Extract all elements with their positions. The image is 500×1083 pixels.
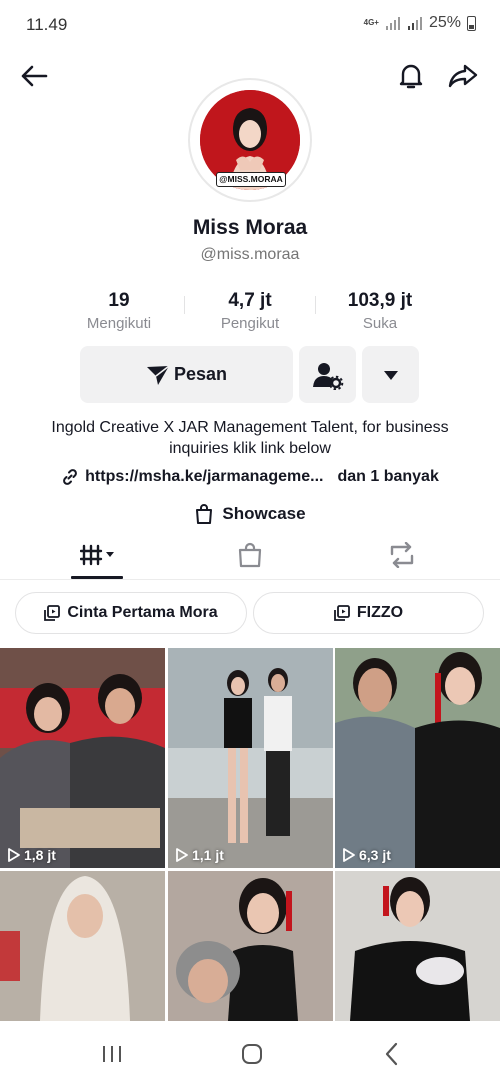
view-count: 1,1 jt (176, 847, 224, 863)
thumbnail-image (0, 871, 165, 1021)
following-count: 19 (108, 290, 130, 311)
status-icons: 4G+ 25% (364, 14, 476, 32)
thumbnail-image (0, 648, 165, 868)
showcase-link[interactable]: Showcase (0, 503, 500, 525)
stat-followers[interactable]: 4,7 jt Pengikut (185, 290, 315, 332)
profile-actions: Pesan (0, 346, 500, 404)
message-button[interactable]: Pesan (80, 346, 293, 403)
video-thumbnail[interactable] (0, 871, 165, 1021)
share-button[interactable] (445, 58, 481, 94)
link-icon (63, 469, 78, 485)
video-thumbnail[interactable]: 1,1 jt (168, 648, 333, 868)
play-icon (8, 848, 20, 862)
video-thumbnail[interactable] (168, 871, 333, 1021)
signal-icon-2 (407, 17, 422, 30)
add-friend-button[interactable] (299, 346, 356, 403)
more-dropdown-button[interactable] (362, 346, 419, 403)
content-tabs (0, 530, 500, 580)
network-type: 4G+ (363, 18, 379, 27)
shopping-bag-icon (196, 504, 213, 524)
thumbnail-image (335, 871, 500, 1021)
bell-icon (399, 64, 423, 89)
status-bar: 11.49 4G+ 25% (0, 0, 500, 50)
tab-reposts[interactable] (352, 530, 452, 579)
tab-active-indicator (71, 576, 123, 579)
repost-icon (390, 541, 414, 568)
home-button[interactable] (232, 1039, 272, 1069)
playlist-chip[interactable]: FIZZO (253, 592, 484, 634)
playlist-icon (44, 605, 61, 621)
video-thumbnail[interactable]: 1,8 jt (0, 648, 165, 868)
caret-down-icon (383, 370, 398, 380)
showcase-label: Showcase (222, 504, 306, 523)
profile-stats: 19 Mengikuti 4,7 jt Pengikut 103,9 jt Su… (0, 290, 500, 336)
notification-button[interactable] (393, 58, 429, 94)
likes-label: Suka (362, 315, 398, 332)
home-icon (242, 1044, 262, 1064)
recent-apps-button[interactable] (92, 1039, 132, 1069)
person-settings-icon (312, 362, 343, 390)
avatar-tag: @MISS.MORAA (216, 172, 286, 187)
chevron-left-icon (385, 1042, 398, 1066)
video-thumbnail[interactable] (335, 871, 500, 1021)
send-icon (146, 364, 170, 385)
recent-apps-icon (103, 1046, 121, 1062)
thumbnail-image (335, 648, 500, 868)
share-icon (448, 64, 478, 88)
followers-label: Pengikut (220, 315, 280, 332)
play-icon (343, 848, 355, 862)
tab-videos[interactable] (50, 530, 150, 579)
display-name: Miss Moraa (192, 216, 308, 239)
view-count: 6,3 jt (343, 847, 391, 863)
bio-link-row[interactable]: https://msha.ke/jarmanageme... dan 1 ban… (0, 468, 500, 486)
signal-icon (385, 17, 400, 30)
username: @miss.moraa (200, 246, 300, 263)
system-back-button[interactable] (372, 1039, 412, 1069)
stat-following[interactable]: 19 Mengikuti (54, 290, 184, 332)
bio-text: Ingold Creative X JAR Management Talent,… (51, 419, 449, 457)
playlist-chip[interactable]: Cinta Pertama Mora (15, 592, 247, 634)
battery-icon (467, 15, 476, 31)
view-count: 1,8 jt (8, 847, 56, 863)
stat-likes[interactable]: 103,9 jt Suka (315, 290, 445, 332)
back-arrow-icon (21, 65, 48, 87)
status-time: 11.49 (26, 15, 68, 34)
video-grid: 1,8 jt 1,1 jt 6,3 jt (0, 648, 500, 1021)
thumbnail-image (168, 648, 333, 868)
system-nav-bar (0, 1021, 500, 1083)
following-label: Mengikuti (86, 315, 152, 332)
playlist-icon (333, 605, 350, 621)
back-button[interactable] (16, 58, 52, 94)
tab-shop[interactable] (200, 530, 300, 579)
battery-percent: 25% (428, 14, 461, 31)
playlist-label: FIZZO (356, 604, 404, 621)
thumbnail-image (168, 871, 333, 1021)
followers-count: 4,7 jt (228, 290, 272, 311)
bio-link[interactable]: https://msha.ke/jarmanageme... (85, 468, 323, 486)
play-icon (176, 848, 188, 862)
shopping-bag-tab-icon (238, 542, 262, 567)
bio-link-more[interactable]: dan 1 banyak (337, 468, 438, 486)
video-thumbnail[interactable]: 6,3 jt (335, 648, 500, 868)
likes-count: 103,9 jt (347, 290, 413, 311)
playlist-label: Cinta Pertama Mora (67, 604, 218, 621)
playlists-row: Cinta Pertama Mora FIZZO (0, 592, 500, 634)
message-label: Pesan (173, 364, 228, 384)
video-grid-icon (80, 544, 114, 565)
